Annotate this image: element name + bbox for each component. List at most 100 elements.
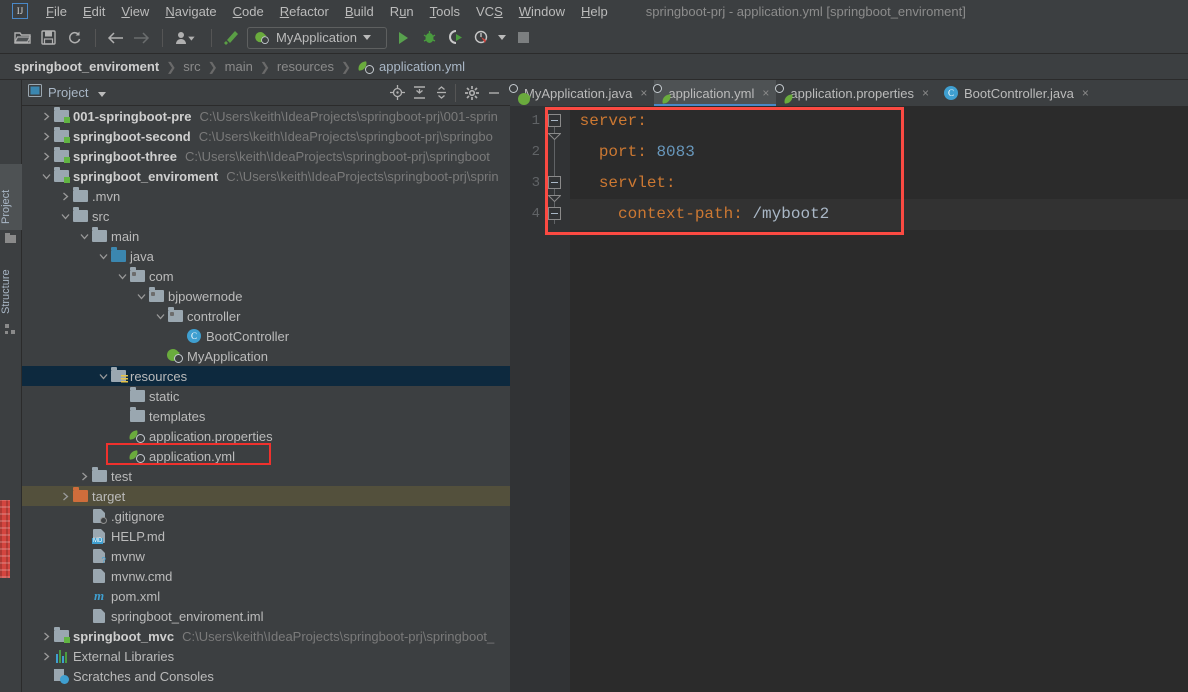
run-configuration-selector[interactable]: MyApplication	[247, 26, 387, 49]
chevron-down-icon[interactable]	[116, 270, 129, 283]
chevron-right-icon[interactable]	[40, 150, 53, 163]
menu-item-build[interactable]: Build	[337, 2, 382, 21]
chevron-down-icon[interactable]	[78, 230, 91, 243]
open-project-icon[interactable]	[10, 26, 34, 50]
chevron-right-icon[interactable]	[40, 650, 53, 663]
editor-tab-bootcontroller-java[interactable]: C BootController.java ×	[936, 80, 1096, 106]
collapse-all-icon[interactable]	[431, 83, 451, 103]
tree-row-static[interactable]: static	[22, 386, 510, 406]
debug-button[interactable]	[417, 26, 441, 50]
fold-marker-line-4[interactable]	[548, 207, 561, 220]
fold-marker-line-1[interactable]	[548, 114, 561, 127]
build-hammer-icon[interactable]	[219, 26, 243, 50]
fold-marker-line-3[interactable]	[548, 176, 561, 189]
tree-row-bjpowernode[interactable]: bjpowernode	[22, 286, 510, 306]
chevron-right-icon[interactable]	[59, 490, 72, 503]
chevron-right-icon[interactable]	[40, 130, 53, 143]
tree-row-main[interactable]: main	[22, 226, 510, 246]
menu-item-edit[interactable]: Edit	[75, 2, 113, 21]
menu-item-file[interactable]: File	[38, 2, 75, 21]
chevron-down-icon[interactable]	[97, 370, 110, 383]
synchronize-icon[interactable]	[62, 26, 86, 50]
tree-row-scratches-and-consoles[interactable]: Scratches and Consoles	[22, 666, 510, 686]
code-editor[interactable]: 1 2 3 4 server: port: 8083 servlet: cont…	[510, 106, 1188, 692]
menu-item-code[interactable]: Code	[225, 2, 272, 21]
gear-icon[interactable]	[462, 83, 482, 103]
tree-row-application-properties[interactable]: application.properties	[22, 426, 510, 446]
breadcrumb-item-src[interactable]: src	[183, 59, 200, 74]
breadcrumb-item-file[interactable]: application.yml	[379, 59, 465, 74]
profile-user-icon[interactable]	[170, 26, 202, 50]
close-icon[interactable]: ×	[922, 86, 929, 100]
save-all-icon[interactable]	[36, 26, 60, 50]
tree-row-target[interactable]: target	[22, 486, 510, 506]
tree-row-myapplication[interactable]: MyApplication	[22, 346, 510, 366]
stop-button[interactable]	[511, 26, 535, 50]
breadcrumb-item-main[interactable]: main	[225, 59, 253, 74]
project-view-chevron-down-icon[interactable]	[98, 91, 107, 97]
tree-row-test[interactable]: test	[22, 466, 510, 486]
tree-row-springboot-mvc[interactable]: springboot_mvc C:\Users\keith\IdeaProject…	[22, 626, 510, 646]
menu-item-help[interactable]: Help	[573, 2, 616, 21]
tree-row-bootcontroller[interactable]: C BootController	[22, 326, 510, 346]
tree-row-springboot-second[interactable]: springboot-second C:\Users\keith\IdeaProj…	[22, 126, 510, 146]
breadcrumb-item-module[interactable]: springboot_enviroment	[14, 59, 159, 74]
tree-row-application-yml[interactable]: application.yml	[22, 446, 510, 466]
chevron-right-icon[interactable]	[40, 110, 53, 123]
tool-tab-project[interactable]: Project	[0, 164, 22, 230]
tree-row-help-md[interactable]: MD HELP.md	[22, 526, 510, 546]
code-line-3[interactable]: servlet:	[570, 168, 676, 199]
tool-tab-structure[interactable]: Structure	[0, 240, 22, 320]
run-with-coverage-button[interactable]	[443, 26, 467, 50]
chevron-right-icon[interactable]	[59, 190, 72, 203]
tree-row-pom-xml[interactable]: m pom.xml	[22, 586, 510, 606]
project-tree[interactable]: 001-springboot-pre C:\Users\keith\IdeaPro…	[22, 106, 510, 692]
tree-row-external-libraries[interactable]: External Libraries	[22, 646, 510, 666]
close-icon[interactable]: ×	[640, 86, 647, 100]
locate-file-icon[interactable]	[387, 83, 407, 103]
profiler-dropdown-icon[interactable]	[495, 26, 509, 50]
tree-row-mvnw-cmd[interactable]: mvnw.cmd	[22, 566, 510, 586]
close-icon[interactable]: ×	[762, 86, 769, 100]
forward-arrow-icon[interactable]	[129, 26, 153, 50]
vcs-changes-marker[interactable]	[0, 500, 10, 578]
chevron-down-icon[interactable]	[362, 35, 371, 40]
editor-gutter[interactable]: 1 2 3 4	[510, 106, 570, 692]
breadcrumb-item-resources[interactable]: resources	[277, 59, 334, 74]
menu-item-window[interactable]: Window	[511, 2, 573, 21]
chevron-down-icon[interactable]	[97, 250, 110, 263]
editor-tab-myapplication-java[interactable]: MyApplication.java ×	[509, 80, 654, 106]
menu-item-tools[interactable]: Tools	[422, 2, 468, 21]
menu-item-refactor[interactable]: Refactor	[272, 2, 337, 21]
menu-item-vcs[interactable]: VCS	[468, 2, 511, 21]
tree-row--gitignore[interactable]: .gitignore	[22, 506, 510, 526]
expand-all-icon[interactable]	[409, 83, 429, 103]
profiler-button[interactable]	[469, 26, 493, 50]
code-line-2[interactable]: port: 8083	[570, 137, 695, 168]
tree-row-mvnw[interactable]: ? mvnw	[22, 546, 510, 566]
editor-tab-application-yml[interactable]: application.yml ×	[653, 80, 777, 106]
code-content[interactable]: server: port: 8083 servlet: context-path…	[570, 106, 1188, 692]
menu-item-run[interactable]: Run	[382, 2, 422, 21]
chevron-down-icon[interactable]	[59, 210, 72, 223]
chevron-down-icon[interactable]	[154, 310, 167, 323]
menu-item-view[interactable]: View	[113, 2, 157, 21]
chevron-down-icon[interactable]	[135, 290, 148, 303]
close-icon[interactable]: ×	[1082, 86, 1089, 100]
hide-panel-icon[interactable]	[484, 83, 504, 103]
tree-row-springboot-enviroment[interactable]: springboot_enviroment C:\Users\keith\Idea…	[22, 166, 510, 186]
tree-row-resources[interactable]: resources	[22, 366, 510, 386]
code-line-1[interactable]: server:	[570, 106, 647, 137]
tree-row-springboot-three[interactable]: springboot-three C:\Users\keith\IdeaProje…	[22, 146, 510, 166]
editor-tab-application-properties[interactable]: application.properties ×	[775, 80, 936, 106]
run-button[interactable]	[391, 26, 415, 50]
back-arrow-icon[interactable]	[103, 26, 127, 50]
tree-row--mvn[interactable]: .mvn	[22, 186, 510, 206]
tree-row-springboot-enviroment-iml[interactable]: springboot_enviroment.iml	[22, 606, 510, 626]
tree-row-src[interactable]: src	[22, 206, 510, 226]
tree-row-java[interactable]: java	[22, 246, 510, 266]
code-line-4[interactable]: context-path: /myboot2	[570, 199, 1188, 230]
tree-row-com[interactable]: com	[22, 266, 510, 286]
chevron-right-icon[interactable]	[78, 470, 91, 483]
chevron-down-icon[interactable]	[40, 170, 53, 183]
